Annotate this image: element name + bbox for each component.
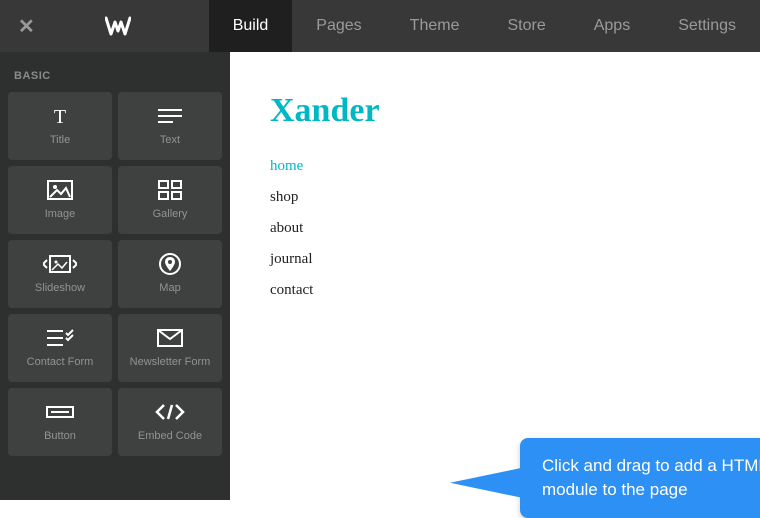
canvas[interactable]: Xander home shop about journal contact C…: [230, 52, 760, 500]
tiles-grid: T Title Text Image Gallery: [8, 92, 222, 456]
tab-build[interactable]: Build: [209, 0, 293, 52]
tile-text[interactable]: Text: [118, 92, 222, 160]
image-icon: [40, 178, 80, 202]
tab-apps[interactable]: Apps: [570, 0, 654, 52]
tile-slideshow[interactable]: Slideshow: [8, 240, 112, 308]
tile-label: Embed Code: [138, 430, 202, 443]
svg-text:T: T: [54, 106, 66, 127]
tab-pages[interactable]: Pages: [292, 0, 385, 52]
site-nav: home shop about journal contact: [270, 158, 720, 299]
tutorial-callout: Click and drag to add a HTML module to t…: [520, 438, 760, 518]
tile-label: Button: [44, 430, 76, 443]
tab-settings[interactable]: Settings: [654, 0, 760, 52]
tile-label: Gallery: [153, 208, 188, 221]
tile-label: Image: [45, 208, 76, 221]
tile-title[interactable]: T Title: [8, 92, 112, 160]
tile-newsletter-form[interactable]: Newsletter Form: [118, 314, 222, 382]
close-icon[interactable]: ✕: [18, 14, 35, 39]
tile-label: Text: [160, 134, 180, 147]
button-icon: [40, 400, 80, 424]
site-nav-home[interactable]: home: [270, 158, 720, 175]
site-nav-shop[interactable]: shop: [270, 189, 720, 206]
tile-label: Title: [50, 134, 70, 147]
tile-gallery[interactable]: Gallery: [118, 166, 222, 234]
embed-code-icon: [150, 400, 190, 424]
tile-label: Slideshow: [35, 282, 85, 295]
tile-button[interactable]: Button: [8, 388, 112, 456]
weebly-logo-icon: [105, 16, 131, 36]
topbar-nav: Build Pages Theme Store Apps Settings: [209, 0, 760, 52]
tile-map[interactable]: Map: [118, 240, 222, 308]
topbar-left: ✕: [0, 14, 209, 39]
tile-label: Map: [159, 282, 180, 295]
tile-embed-code[interactable]: Embed Code: [118, 388, 222, 456]
tile-label: Newsletter Form: [130, 356, 211, 369]
site-nav-journal[interactable]: journal: [270, 251, 720, 268]
site-nav-contact[interactable]: contact: [270, 282, 720, 299]
tile-contact-form[interactable]: Contact Form: [8, 314, 112, 382]
tab-theme[interactable]: Theme: [386, 0, 484, 52]
slideshow-icon: [40, 252, 80, 276]
site-title[interactable]: Xander: [270, 92, 720, 130]
tab-store[interactable]: Store: [483, 0, 569, 52]
tile-label: Contact Form: [27, 356, 94, 369]
gallery-icon: [150, 178, 190, 202]
tile-image[interactable]: Image: [8, 166, 112, 234]
title-icon: T: [40, 104, 80, 128]
contact-form-icon: [40, 326, 80, 350]
sidebar-section-label: BASIC: [8, 62, 222, 92]
newsletter-icon: [150, 326, 190, 350]
topbar: ✕ Build Pages Theme Store Apps Settings: [0, 0, 760, 52]
map-icon: [150, 252, 190, 276]
main: BASIC T Title Text Image: [0, 52, 760, 500]
site-nav-about[interactable]: about: [270, 220, 720, 237]
sidebar: BASIC T Title Text Image: [0, 52, 230, 500]
text-icon: [150, 104, 190, 128]
